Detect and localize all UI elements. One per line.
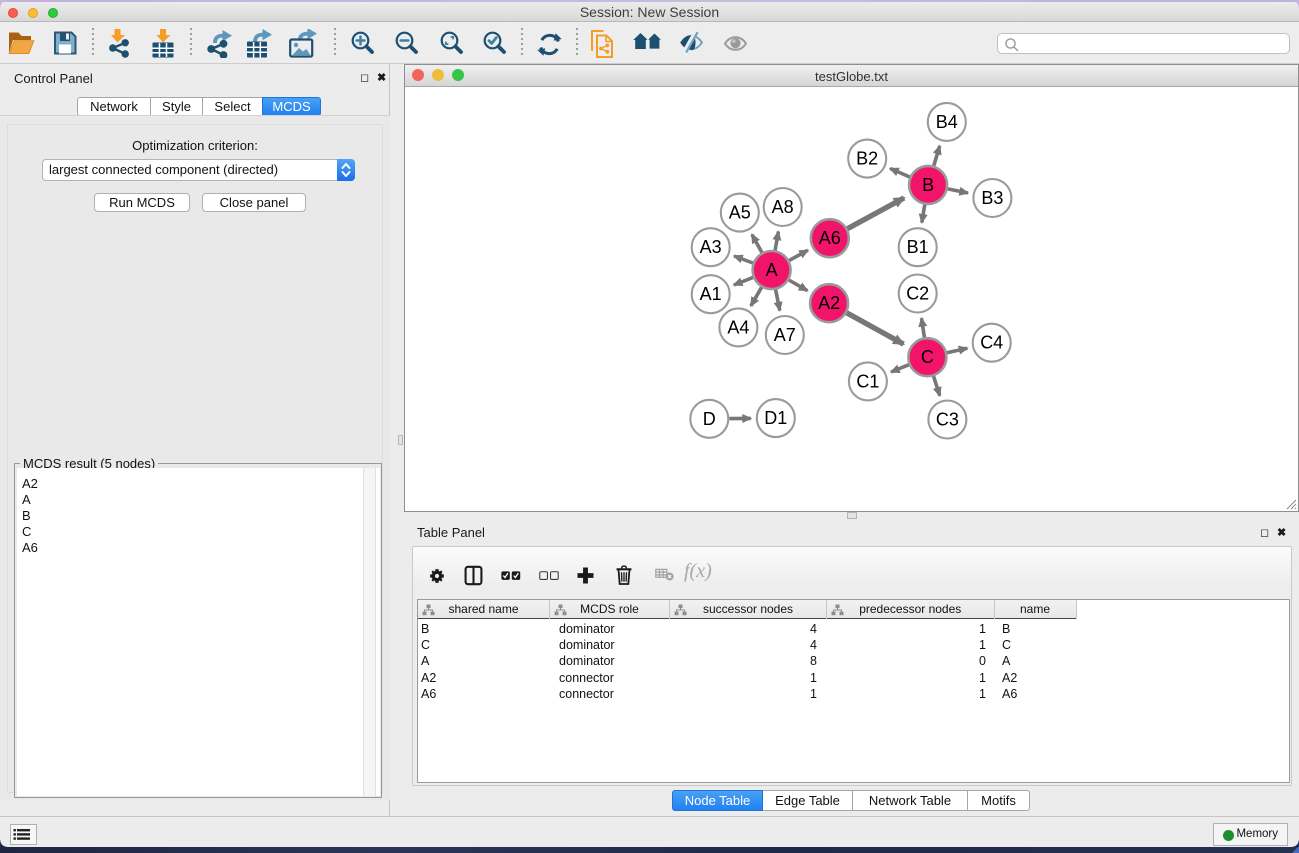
svg-text:C: C — [921, 347, 934, 367]
svg-text:A2: A2 — [818, 293, 840, 313]
svg-text:C3: C3 — [936, 410, 959, 430]
svg-text:C4: C4 — [980, 333, 1003, 353]
svg-text:B4: B4 — [936, 112, 958, 132]
svg-text:C2: C2 — [906, 284, 929, 304]
svg-text:A8: A8 — [772, 197, 794, 217]
svg-text:B1: B1 — [907, 237, 929, 257]
svg-text:D: D — [703, 409, 716, 429]
svg-text:D1: D1 — [764, 408, 787, 428]
svg-text:C1: C1 — [856, 371, 879, 391]
svg-text:A6: A6 — [819, 228, 841, 248]
svg-text:B: B — [922, 175, 934, 195]
svg-text:A5: A5 — [729, 203, 751, 223]
svg-text:B2: B2 — [856, 149, 878, 169]
svg-text:A7: A7 — [774, 325, 796, 345]
svg-text:A4: A4 — [727, 317, 749, 337]
svg-text:A1: A1 — [700, 284, 722, 304]
svg-text:A3: A3 — [700, 237, 722, 257]
svg-text:B3: B3 — [981, 188, 1003, 208]
svg-text:A: A — [766, 260, 778, 280]
